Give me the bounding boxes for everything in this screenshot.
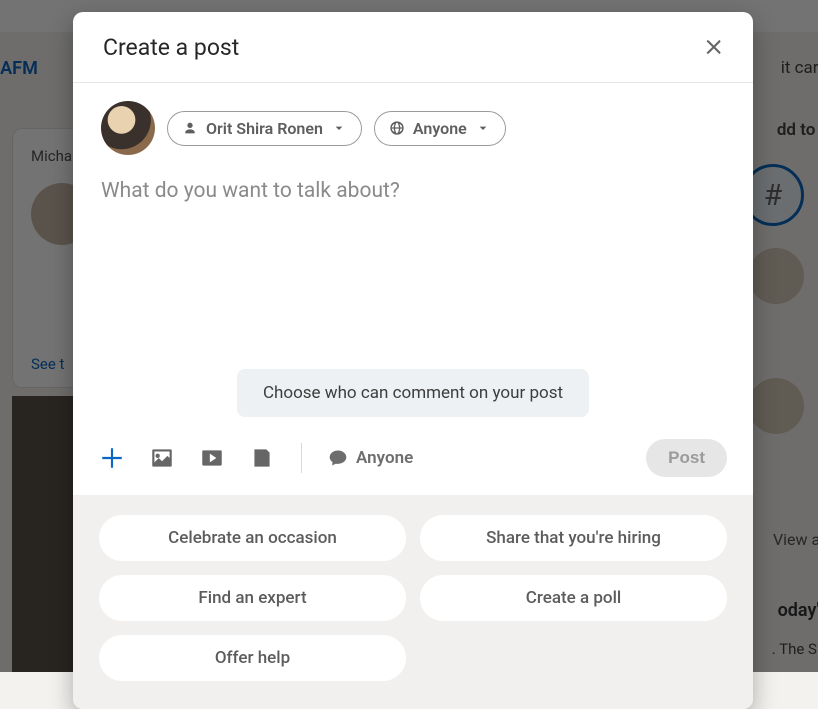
comment-scope-button[interactable]: Anyone [328, 448, 413, 468]
modal-header: Create a post [73, 12, 753, 83]
comment-icon [328, 448, 348, 468]
globe-icon [389, 120, 405, 136]
add-photo-button[interactable] [149, 445, 175, 471]
close-icon [703, 36, 725, 58]
chip-hiring[interactable]: Share that you're hiring [420, 515, 727, 561]
toolbar-divider [301, 443, 302, 473]
visibility-selector[interactable]: Anyone [374, 111, 506, 146]
chip-help[interactable]: Offer help [99, 635, 406, 681]
avatar [101, 101, 155, 155]
author-selector[interactable]: Orit Shira Ronen [167, 111, 362, 146]
photo-icon [149, 445, 175, 471]
chevron-down-icon [475, 120, 491, 136]
toolbar: Anyone Post [73, 429, 753, 495]
create-post-modal: Create a post Orit Shira Ronen Anyone Wh… [73, 12, 753, 709]
post-button[interactable]: Post [646, 439, 727, 477]
video-icon [199, 445, 225, 471]
add-video-button[interactable] [199, 445, 225, 471]
editor-placeholder: What do you want to talk about? [101, 179, 400, 203]
add-document-button[interactable] [249, 445, 275, 471]
author-name: Orit Shira Ronen [206, 119, 323, 138]
author-row: Orit Shira Ronen Anyone [73, 83, 753, 161]
chip-celebrate[interactable]: Celebrate an occasion [99, 515, 406, 561]
plus-icon [99, 445, 125, 471]
chevron-down-icon [331, 120, 347, 136]
post-editor[interactable]: What do you want to talk about? [73, 161, 753, 369]
suggestion-tray: Celebrate an occasion Share that you're … [73, 495, 753, 709]
person-icon [182, 120, 198, 136]
modal-title: Create a post [103, 34, 239, 61]
visibility-label: Anyone [413, 119, 467, 138]
chip-poll[interactable]: Create a poll [420, 575, 727, 621]
comment-scope-label: Anyone [356, 448, 413, 468]
close-button[interactable] [697, 30, 731, 64]
comment-tooltip: Choose who can comment on your post [237, 369, 589, 417]
chip-expert[interactable]: Find an expert [99, 575, 406, 621]
tooltip-wrap: Choose who can comment on your post [73, 369, 753, 429]
document-icon [249, 445, 275, 471]
add-button[interactable] [99, 445, 125, 471]
